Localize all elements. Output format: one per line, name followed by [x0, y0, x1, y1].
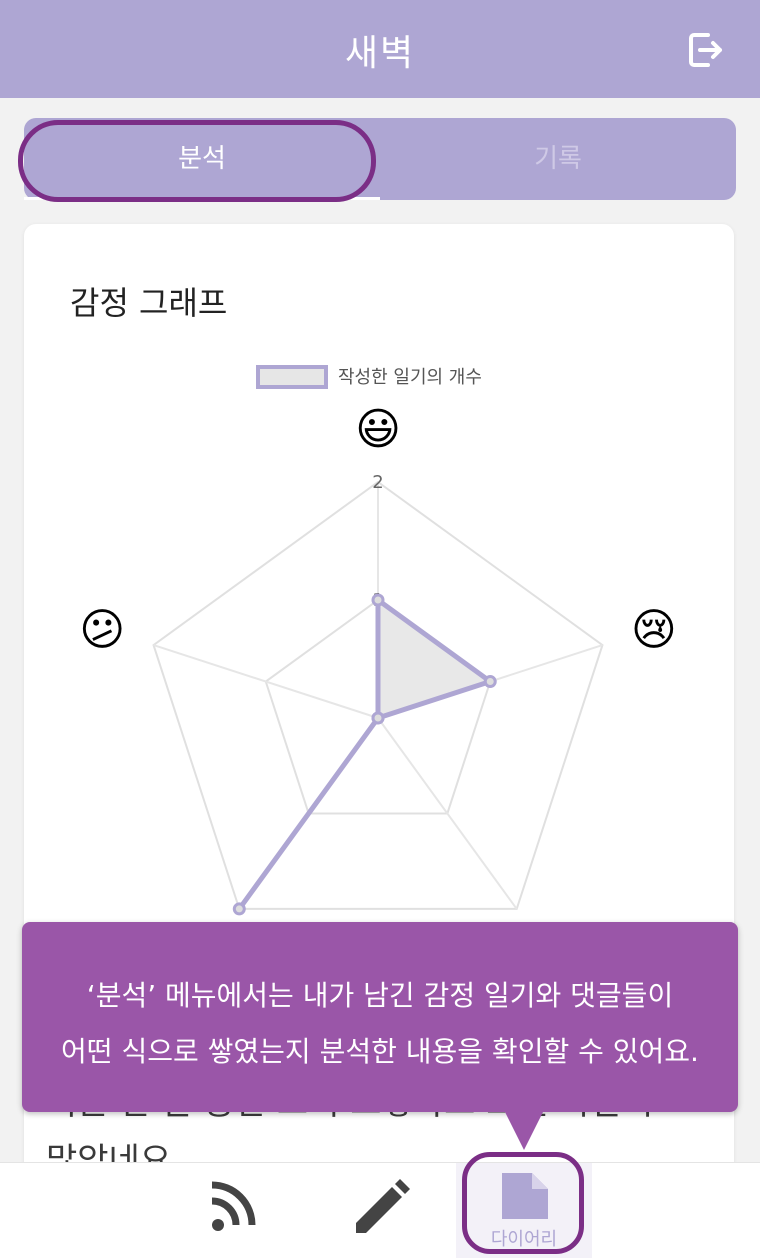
tooltip-arrow	[504, 1110, 544, 1150]
card-title: 감정 그래프	[70, 284, 228, 322]
radar-tick-label: 2	[372, 472, 383, 493]
radar-series-area	[236, 597, 493, 912]
rss-feed-icon	[211, 1181, 256, 1231]
pencil-icon	[356, 1179, 410, 1233]
radar-spoke	[153, 644, 379, 719]
app-header: 새벽	[0, 0, 760, 98]
tooltip-line-2: 어떤 식으로 쌓였는지 분석한 내용을 확인할 수 있어요.	[61, 1035, 699, 1068]
bottom-nav: 다이어리	[0, 1162, 760, 1258]
radar-data-point	[232, 902, 246, 916]
radar-data-point	[371, 711, 385, 725]
nav-write[interactable]	[334, 1163, 424, 1258]
radar-axis-label: 😢	[631, 604, 677, 655]
nav-highlight-circle	[462, 1152, 584, 1254]
legend-label: 작성한 일기의 개수	[338, 367, 482, 388]
radar-axis-label: 😃	[355, 404, 401, 455]
legend-swatch	[256, 365, 328, 389]
tab-record[interactable]: 기록	[380, 118, 736, 200]
emotion-radar-chart: 12 😃😢😠😶😕 작성한 일기의 개수	[79, 365, 677, 970]
tooltip-line-1: ‘분석’ 메뉴에서는 내가 남긴 감정 일기와 댓글들이	[86, 979, 674, 1012]
tab-highlight-circle	[18, 120, 376, 202]
radar-data-point	[483, 675, 497, 689]
app-title: 새벽	[344, 33, 416, 74]
radar-axis-label: 😕	[79, 604, 125, 655]
nav-feed[interactable]	[186, 1163, 276, 1258]
onboarding-tooltip: ‘분석’ 메뉴에서는 내가 남긴 감정 일기와 댓글들이 어떤 식으로 쌓였는지…	[22, 922, 738, 1112]
logout-icon[interactable]	[686, 30, 726, 70]
radar-data-point	[371, 593, 385, 607]
tooltip-text: ‘분석’ 메뉴에서는 내가 남긴 감정 일기와 댓글들이 어떤 식으로 쌓였는지…	[22, 968, 738, 1080]
